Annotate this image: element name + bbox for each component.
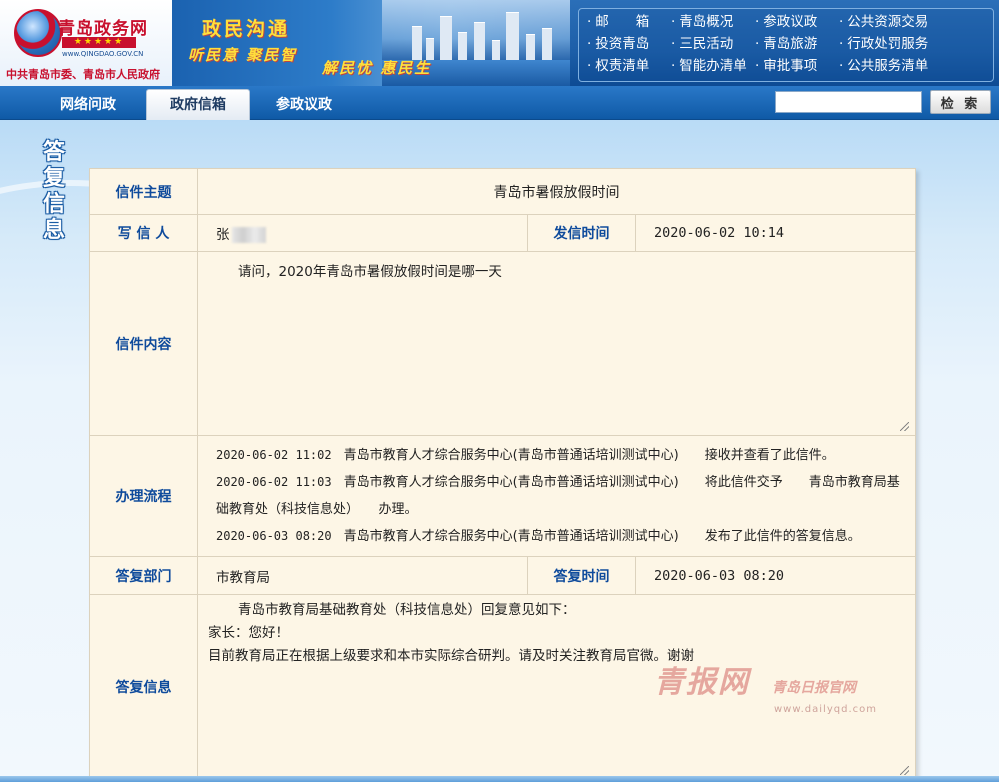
process-item: 2020-06-02 11:03 青岛市教育人才综合服务中心(青岛市普通话培训测试… (216, 475, 900, 517)
tab-government-mailbox[interactable]: 政府信箱 (146, 89, 250, 120)
process-item: 2020-06-03 08:20 青岛市教育人才综合服务中心(青岛市普通话培训测试… (216, 529, 861, 544)
author-label: 写 信 人 (89, 214, 198, 252)
watermark: 青报网 青岛日报官网 www.dailyqd.com (654, 665, 884, 717)
reply-dept-value: 市教育局 (197, 556, 528, 595)
nav-link-overview[interactable]: 青岛概况 (671, 13, 755, 31)
reply-line: 青岛市教育局基础教育处（科技信息处）回复意见如下： (238, 602, 576, 618)
content-textarea[interactable]: 请问，2020年青岛市暑假放假时间是哪一天 (198, 252, 915, 435)
nav-link-participation[interactable]: 参政议政 (755, 13, 839, 31)
letter-detail-table: 信件主题 青岛市暑假放假时间 写 信 人 张 发信时间 2020-06-02 1… (89, 168, 917, 780)
author-value: 张 (197, 214, 528, 252)
nav-link-power-list[interactable]: 权责清单 (587, 57, 671, 75)
resize-handle-icon[interactable] (900, 422, 910, 431)
reply-textarea[interactable]: 青岛市教育局基础教育处（科技信息处）回复意见如下： 家长：您好！ 目前教育局正在… (198, 595, 915, 779)
sent-time-label: 发信时间 (527, 214, 636, 252)
nav-link-penalty[interactable]: 行政处罚服务 (839, 35, 949, 53)
nav-link-invest[interactable]: 投资青岛 (587, 35, 671, 53)
process-cell: 2020-06-02 11:02 青岛市教育人才综合服务中心(青岛市普通话培训测试… (196, 435, 917, 557)
bottom-strip (0, 776, 999, 782)
site-logo[interactable]: 青岛政务网 ★★★★★ www.QINGDAO.GOV.CN 中共青岛市委、青岛… (0, 0, 172, 86)
content-label: 信件内容 (89, 251, 198, 436)
slogan-line-1: 听民意 聚民智 (188, 46, 298, 64)
globe-logo-icon (14, 9, 62, 57)
reply-time-value: 2020-06-03 08:20 (634, 556, 917, 595)
nav-link-mailbox[interactable]: 邮 箱 (587, 13, 671, 31)
process-list: 2020-06-02 11:02 青岛市教育人才综合服务中心(青岛市普通话培训测试… (198, 436, 915, 556)
logo-stars: ★★★★★ (62, 37, 136, 48)
quick-nav: 邮 箱 青岛概况 参政议政 公共资源交易 投资青岛 三民活动 青岛旅游 行政处罚… (578, 8, 994, 82)
slogan-main: 政民沟通 (202, 18, 291, 40)
logo-title: 青岛政务网 (58, 19, 148, 39)
nav-link-public-trading[interactable]: 公共资源交易 (839, 13, 949, 31)
reply-time-label: 答复时间 (527, 556, 636, 595)
process-label: 办理流程 (89, 435, 198, 557)
content-cell: 请问，2020年青岛市暑假放假时间是哪一天 (196, 251, 917, 436)
watermark-side: 青岛日报官网 (772, 680, 856, 696)
site-header: 青岛政务网 ★★★★★ www.QINGDAO.GOV.CN 中共青岛市委、青岛… (0, 0, 999, 86)
watermark-main: 青报网 (654, 665, 750, 700)
nav-link-sanmin[interactable]: 三民活动 (671, 35, 755, 53)
logo-subtitle: 中共青岛市委、青岛市人民政府 (6, 68, 160, 81)
watermark-url: www.dailyqd.com (774, 704, 877, 715)
reply-line: 目前教育局正在根据上级要求和本市实际综合研判。请及时关注教育局官微。谢谢 (208, 648, 694, 664)
subject-value: 青岛市暑假放假时间 (196, 168, 917, 215)
reply-label: 答复信息 (89, 594, 198, 780)
subject-label: 信件主题 (89, 168, 198, 215)
tab-online-inquiry[interactable]: 网络问政 (46, 92, 130, 118)
reply-dept-label: 答复部门 (89, 556, 198, 595)
search-button[interactable]: 检 索 (930, 90, 991, 114)
nav-link-approval[interactable]: 审批事项 (755, 57, 839, 75)
nav-link-smart-list[interactable]: 智能办清单 (671, 57, 755, 75)
process-item: 2020-06-02 11:02 青岛市教育人才综合服务中心(青岛市普通话培训测试… (216, 448, 835, 463)
reply-line: 家长：您好！ (208, 625, 289, 641)
nav-link-tourism[interactable]: 青岛旅游 (755, 35, 839, 53)
resize-handle-icon[interactable] (900, 766, 910, 775)
content-text: 请问，2020年青岛市暑假放假时间是哪一天 (238, 264, 502, 280)
redacted-name (231, 227, 266, 243)
author-name: 张 (216, 227, 230, 243)
tab-participation[interactable]: 参政议政 (262, 92, 346, 118)
side-title: 答 复 信 息 (42, 140, 65, 243)
nav-link-public-service[interactable]: 公共服务清单 (839, 57, 949, 75)
slogan-banner: 政民沟通 听民意 聚民智 解民忧 惠民生 (172, 0, 570, 86)
slogan-line-2: 解民忧 惠民生 (322, 59, 432, 77)
sent-time-value: 2020-06-02 10:14 (634, 214, 917, 252)
search-input[interactable] (775, 91, 922, 113)
logo-domain: www.QINGDAO.GOV.CN (62, 50, 144, 58)
reply-cell: 青岛市教育局基础教育处（科技信息处）回复意见如下： 家长：您好！ 目前教育局正在… (196, 594, 917, 780)
